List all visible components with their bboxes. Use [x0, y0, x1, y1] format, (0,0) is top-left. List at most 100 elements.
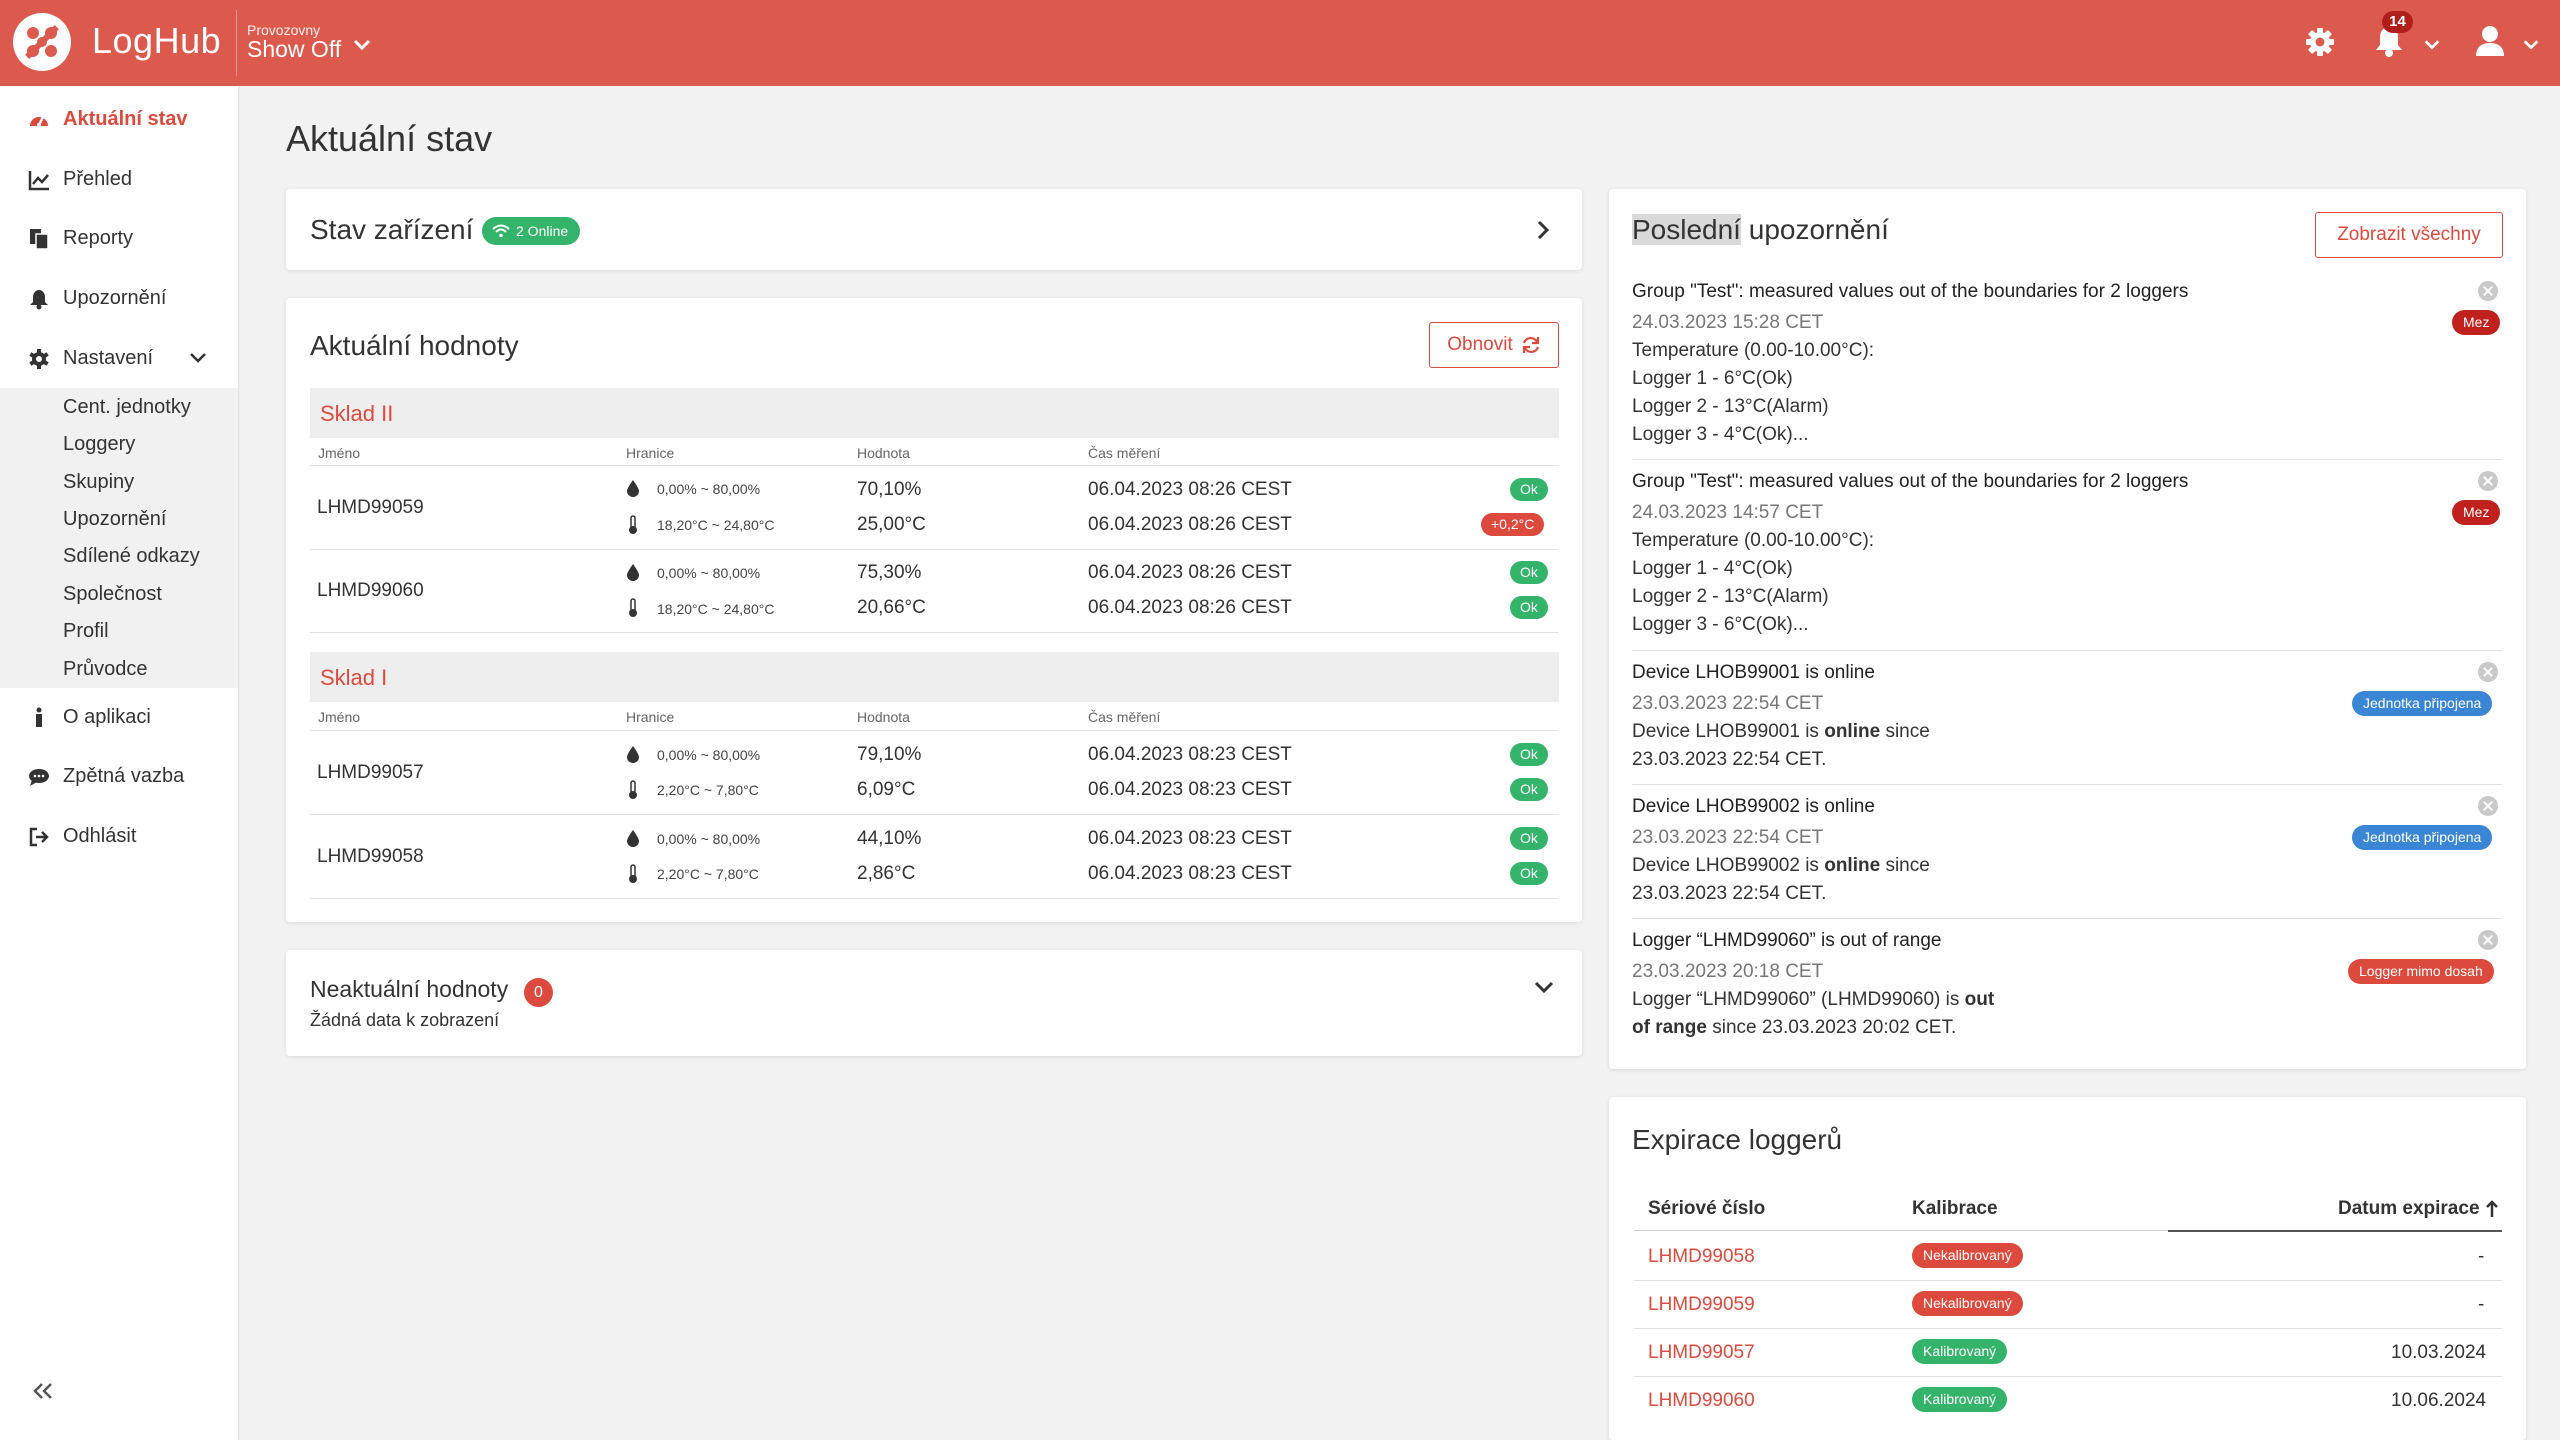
- stale-values-card[interactable]: [286, 950, 1582, 1056]
- notification-item[interactable]: Logger “LHMD99060” is out of range 23.03…: [1632, 927, 2502, 1042]
- brand-name[interactable]: LogHub: [92, 20, 221, 62]
- column-header-value: Hodnota: [857, 445, 910, 461]
- range-text: 18,20°C ~ 24,80°C: [657, 517, 775, 533]
- group-header-sklad-i: Sklad I: [310, 652, 1559, 702]
- logger-name[interactable]: LHMD99059: [317, 497, 424, 519]
- chevron-down-icon: [190, 353, 206, 363]
- close-icon[interactable]: [2478, 662, 2498, 682]
- submenu-item-loggery[interactable]: Loggery: [63, 433, 135, 456]
- sidebar-item-label: Upozornění: [63, 286, 167, 309]
- submenu-item-skupiny[interactable]: Skupiny: [63, 471, 134, 494]
- settings-gear-icon[interactable]: [2304, 26, 2336, 58]
- close-icon[interactable]: [2478, 471, 2498, 491]
- online-count: 2 Online: [516, 223, 569, 239]
- column-header-range: Hranice: [626, 445, 675, 461]
- sort-indicator: [2168, 1230, 2502, 1232]
- logger-name[interactable]: LHMD99058: [317, 846, 424, 868]
- wifi-icon: [492, 224, 510, 238]
- deviation-badge: +0,2°C: [1481, 513, 1545, 536]
- notification-tag: Mez: [2452, 310, 2501, 335]
- title-highlight: Poslední: [1632, 214, 1741, 245]
- close-icon[interactable]: [2478, 796, 2498, 816]
- device-status-card[interactable]: [286, 189, 1582, 270]
- notification-heading: Device LHOB99001 is online: [1632, 662, 1875, 683]
- divider: [310, 465, 1559, 466]
- sidebar-item-nastaveni[interactable]: Nastavení: [0, 330, 238, 386]
- notification-item[interactable]: Group "Test": measured values out of the…: [1632, 468, 2502, 639]
- notification-item[interactable]: Device LHOB99002 is online 23.03.2023 22…: [1632, 793, 2502, 908]
- sidebar-item-label: O aplikaci: [63, 705, 151, 728]
- page-title: Aktuální stav: [286, 118, 493, 159]
- loghub-logo-icon[interactable]: [13, 13, 71, 71]
- divider: [236, 10, 237, 76]
- show-all-button[interactable]: Zobrazit všechny: [2315, 212, 2503, 258]
- notification-text: since 23.03.2023 20:02 CET.: [1706, 1017, 1957, 1038]
- sidebar-item-o-aplikaci[interactable]: O aplikaci: [0, 689, 238, 745]
- chevron-down-icon[interactable]: [2423, 35, 2441, 53]
- thermometer-icon: [629, 864, 637, 883]
- submenu-item-upozorneni[interactable]: Upozornění: [63, 508, 166, 531]
- calibration-badge: Nekalibrovaný: [1912, 1291, 2023, 1316]
- divider: [1632, 918, 2502, 919]
- files-icon: [30, 229, 49, 250]
- status-badge: Ok: [1510, 478, 1548, 501]
- notification-text: Device LHOB99002 is: [1632, 855, 1825, 876]
- chevron-right-icon[interactable]: [1534, 218, 1552, 242]
- measured-time: 06.04.2023 08:26 CEST: [1088, 597, 1292, 618]
- sidebar-item-odhlasit[interactable]: Odhlásit: [0, 808, 238, 864]
- notification-text: Logger “LHMD99060” (LHMD99060) is: [1632, 989, 1965, 1010]
- measured-time: 06.04.2023 08:23 CEST: [1088, 779, 1292, 800]
- submenu-item-spolecnost[interactable]: Společnost: [63, 583, 162, 606]
- submenu-item-pruvodce[interactable]: Průvodce: [63, 658, 148, 681]
- column-header-time: Čas měření: [1088, 709, 1161, 725]
- chevron-down-icon[interactable]: [1533, 977, 1555, 997]
- device-status-title: Stav zařízení: [310, 214, 474, 245]
- notification-text: 23.03.2023 22:54 CET.: [1632, 883, 1827, 904]
- sidebar-item-upozorneni[interactable]: Upozornění: [0, 270, 238, 326]
- sidebar-item-label: Zpětná vazba: [63, 764, 185, 787]
- close-icon[interactable]: [2478, 930, 2498, 950]
- sidebar-item-prehled[interactable]: Přehled: [0, 151, 238, 207]
- logger-name[interactable]: LHMD99057: [317, 762, 424, 784]
- expiry-date: -: [2478, 1246, 2485, 1267]
- column-header-serial[interactable]: Sériové číslo: [1648, 1198, 1765, 1220]
- submenu-item-sdilene-odkazy[interactable]: Sdílené odkazy: [63, 545, 200, 568]
- stale-count-badge: 0: [524, 978, 553, 1007]
- refresh-button[interactable]: Obnovit: [1429, 322, 1559, 368]
- user-avatar-icon[interactable]: [2475, 25, 2505, 57]
- submenu-item-cent-jednotky[interactable]: Cent. jednotky: [63, 396, 191, 419]
- notification-tag: Jednotka připojena: [2352, 825, 2493, 850]
- status-badge: Ok: [1510, 778, 1548, 801]
- notification-heading: Logger “LHMD99060” is out of range: [1632, 930, 1942, 951]
- notification-item[interactable]: Group "Test": measured values out of the…: [1632, 278, 2502, 449]
- refresh-icon: [1522, 336, 1539, 354]
- notifications-title: Poslední upozornění: [1632, 214, 1889, 246]
- chevron-down-icon[interactable]: [352, 34, 372, 54]
- calibration-badge: Kalibrovaný: [1912, 1339, 2008, 1364]
- chevron-down-icon[interactable]: [2522, 35, 2540, 53]
- collapse-sidebar-icon[interactable]: [30, 1381, 56, 1401]
- stale-values-title: Neaktuální hodnoty: [310, 976, 509, 1002]
- close-icon[interactable]: [2478, 281, 2498, 301]
- divider: [1634, 1376, 2502, 1377]
- sidebar-item-aktualni-stav[interactable]: Aktuální stav: [0, 91, 238, 147]
- serial-link[interactable]: LHMD99057: [1648, 1342, 1755, 1364]
- sidebar-item-label: Aktuální stav: [63, 107, 188, 130]
- notification-line: Temperature (0.00-10.00°C):: [1632, 340, 1875, 361]
- serial-link[interactable]: LHMD99059: [1648, 1294, 1755, 1316]
- divider: [1632, 784, 2502, 785]
- notification-tag: Jednotka připojena: [2352, 691, 2493, 716]
- sidebar-item-zpetna-vazba[interactable]: Zpětná vazba: [0, 748, 238, 804]
- serial-link[interactable]: LHMD99060: [1648, 1390, 1755, 1412]
- serial-link[interactable]: LHMD99058: [1648, 1246, 1755, 1268]
- measured-value: 2,86°C: [857, 863, 916, 884]
- sort-ascending-icon[interactable]: [2485, 1199, 2499, 1219]
- sidebar-item-reporty[interactable]: Reporty: [0, 210, 238, 266]
- chart-line-icon: [28, 171, 49, 191]
- notification-item[interactable]: Device LHOB99001 is online 23.03.2023 22…: [1632, 659, 2502, 774]
- workspace-selector[interactable]: Show Off: [247, 36, 341, 63]
- logger-name[interactable]: LHMD99060: [317, 580, 424, 602]
- column-header-calibration[interactable]: Kalibrace: [1912, 1198, 1998, 1220]
- column-header-expiry-date[interactable]: Datum expirace: [2338, 1198, 2480, 1220]
- submenu-item-profil[interactable]: Profil: [63, 620, 109, 643]
